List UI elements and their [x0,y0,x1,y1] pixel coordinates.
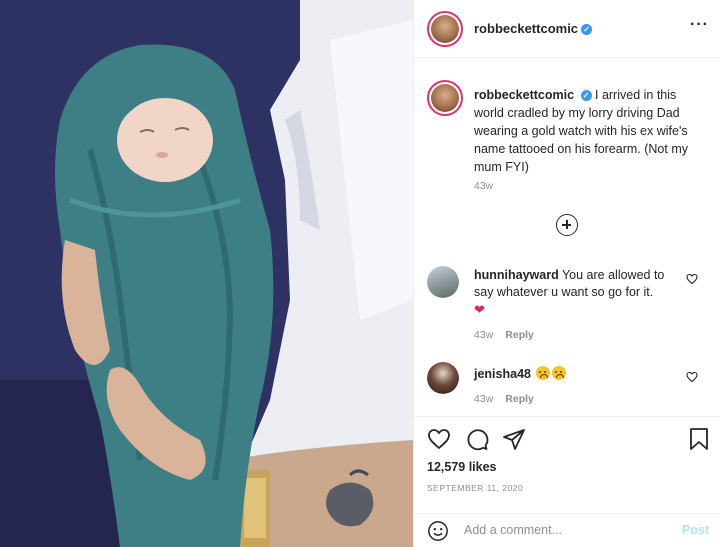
more-options-icon[interactable]: ··· [690,16,709,34]
comment-username[interactable]: hunnihayward [474,268,559,282]
heart-icon[interactable] [427,427,451,456]
share-icon[interactable] [502,427,526,456]
emoji-smile-icon[interactable] [427,520,449,547]
comment-item: hunnihayward You are allowed to say what… [474,267,674,319]
post-header: robbeckettcomic ✓ ··· [414,0,720,58]
sad-face-emoji [536,366,551,380]
comment-meta: 43w Reply [474,393,546,405]
post-photo[interactable] [0,0,413,547]
bookmark-icon[interactable] [688,427,710,456]
caption-timestamp[interactable]: 43w [474,180,493,192]
caption-avatar[interactable] [427,80,463,116]
add-comment-bar: Add a comment... Post [414,513,720,547]
comment-icon[interactable] [465,427,489,456]
post-side-panel: robbeckettcomic ✓ ··· robbeckettcomic ✓ I… [413,0,720,547]
verified-badge-icon: ✓ [581,24,593,35]
comment-like-heart-icon[interactable] [686,371,698,383]
comment-meta: 43w Reply [474,329,546,341]
caption-username[interactable]: robbeckettcomic [474,88,574,102]
commenter-avatar[interactable] [427,362,459,394]
comment-timestamp[interactable]: 43w [474,329,493,341]
comment-item: jenisha48 [474,366,567,381]
author-username-text[interactable]: robbeckettcomic [474,21,578,36]
likes-count[interactable]: 12,579 likes [427,460,497,474]
post-caption: robbeckettcomic ✓ I arrived in this worl… [474,86,706,176]
reply-button[interactable]: Reply [505,393,534,405]
comment-timestamp[interactable]: 43w [474,393,493,405]
author-avatar[interactable] [427,11,463,47]
post-actions: 12,579 likes SEPTEMBER 11, 2020 Add a co… [414,416,720,546]
comment-like-heart-icon[interactable] [686,273,698,285]
post-comment-button[interactable]: Post [682,523,709,537]
comment-username[interactable]: jenisha48 [474,367,531,381]
commenter-avatar[interactable] [427,266,459,298]
sad-face-emoji [552,366,567,380]
post-date[interactable]: SEPTEMBER 11, 2020 [427,483,523,493]
author-username[interactable]: robbeckettcomic ✓ [474,21,593,36]
red-heart-emoji: ❤ [474,302,485,317]
photo-illustration [0,0,413,547]
plus-circle-icon[interactable] [556,214,578,236]
comment-input[interactable]: Add a comment... [464,523,664,537]
reply-button[interactable]: Reply [505,329,534,341]
verified-badge-icon: ✓ [580,90,592,101]
